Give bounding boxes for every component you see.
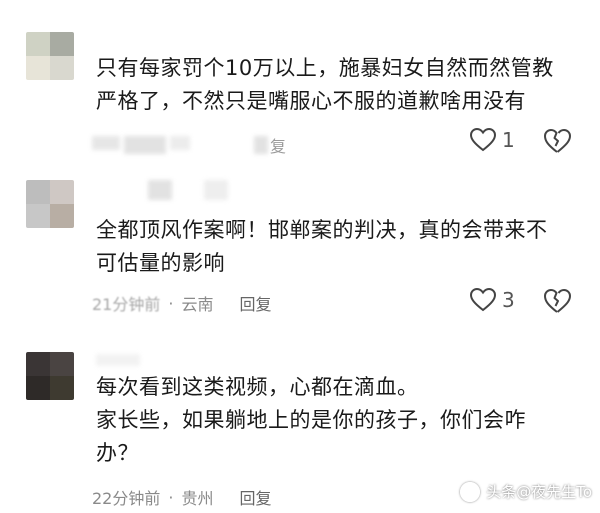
toutiao-logo-icon [460,481,481,502]
comment-text: 只有每家罚个10万以上，施暴妇女自然而然管教 严格了，不然只是嘴服心不服的道歉啥… [96,56,554,113]
username-blurred [148,180,228,200]
avatar[interactable] [26,32,74,80]
comment-text: 全都顶风作案啊！邯郸案的判决，真的会带来不 可估量的影响 [96,218,548,275]
reply-button[interactable]: 复 [270,133,286,157]
comment-meta: 21分钟前 · 云南 回复 [92,291,272,315]
username-blurred [92,136,190,154]
comment-time: 21分钟前 [92,295,161,314]
comment-time: 22分钟前 [92,489,161,508]
comment-meta: 22分钟前 · 贵州 回复 [92,485,272,509]
reply-button[interactable]: 回复 [239,291,271,315]
heart-outline-icon [470,288,496,312]
heart-outline-icon [470,128,496,152]
like-count: 3 [502,288,515,312]
reply-button[interactable]: 回复 [239,485,271,509]
comment-location: 贵州 [181,489,214,508]
username-blurred [96,354,140,366]
watermark: 头条@夜先生To [460,481,592,502]
dislike-button[interactable] [543,288,571,318]
broken-heart-icon [544,289,571,313]
comment-text: 每次看到这类视频，心都在滴血。 家长些，如果躺地上的是你的孩子，你们会咋 办？ [96,375,526,465]
avatar[interactable] [26,180,74,228]
comment-location: 云南 [181,295,214,314]
like-button[interactable]: 3 [470,288,515,312]
broken-heart-icon [544,129,571,153]
dislike-button[interactable] [543,128,571,158]
like-button[interactable]: 1 [470,128,515,152]
avatar[interactable] [26,352,74,400]
comment-meta: 复 [92,133,286,157]
like-count: 1 [502,128,515,152]
